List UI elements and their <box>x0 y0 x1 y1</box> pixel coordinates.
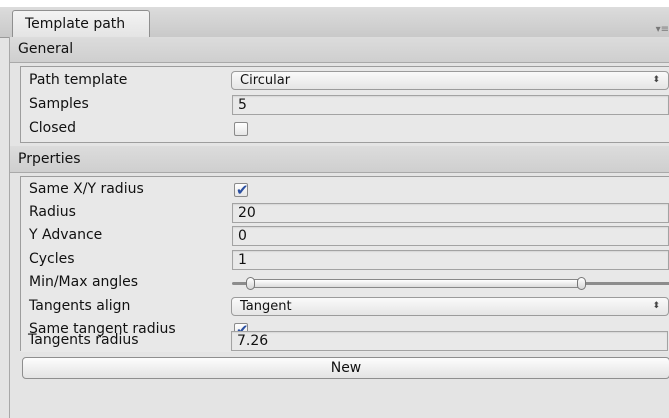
new-button-label: New <box>330 360 362 376</box>
tab-title: Template path <box>25 16 126 32</box>
row-path-template: Path template Circular ⬍ <box>21 69 669 93</box>
row-cycles: Cycles 1 <box>21 248 669 272</box>
section-general-header[interactable]: General <box>10 37 669 63</box>
tangents-align-label: Tangents align <box>29 298 131 314</box>
path-template-label: Path template <box>29 72 128 88</box>
tab-menu-icon[interactable]: ▾≡ <box>656 24 669 35</box>
cycles-label: Cycles <box>29 251 75 267</box>
slider-min-thumb[interactable] <box>246 277 255 290</box>
row-y-advance: Y Advance 0 <box>21 224 669 248</box>
samples-input[interactable]: 5 <box>232 95 669 115</box>
row-min-max-angles: Min/Max angles <box>21 271 669 295</box>
row-radius: Radius 20 <box>21 201 669 225</box>
section-properties-header[interactable]: Prperties <box>10 146 669 173</box>
new-button[interactable]: New <box>22 357 669 379</box>
group-general: Path template Circular ⬍ Samples 5 Close… <box>20 66 669 143</box>
tangents-align-value: Tangent <box>240 299 292 314</box>
path-template-value: Circular <box>240 73 291 88</box>
radius-input[interactable]: 20 <box>232 203 669 223</box>
row-tangents-radius: Tangents radius 7.26 <box>20 329 669 353</box>
y-advance-input[interactable]: 0 <box>232 226 669 246</box>
closed-label: Closed <box>29 120 77 136</box>
dropdown-arrows-icon: ⬍ <box>652 75 660 85</box>
section-general-title: General <box>18 41 74 57</box>
tangents-radius-input[interactable]: 7.26 <box>231 331 668 351</box>
slider-range[interactable] <box>250 279 585 288</box>
group-properties: Same X/Y radius ✔ Radius 20 Y Advance 0 … <box>20 176 669 352</box>
min-max-angles-label: Min/Max angles <box>29 274 139 290</box>
closed-checkbox[interactable] <box>234 122 248 136</box>
same-xy-radius-checkbox[interactable]: ✔ <box>234 181 249 199</box>
row-tangents-align: Tangents align Tangent ⬍ <box>21 295 669 319</box>
section-properties-title: Prperties <box>18 151 81 167</box>
radius-label: Radius <box>29 204 76 220</box>
check-icon: ✔ <box>236 181 249 199</box>
tab-template-path[interactable]: Template path <box>12 10 150 37</box>
path-template-dropdown[interactable]: Circular ⬍ <box>231 71 669 90</box>
cycles-input[interactable]: 1 <box>232 250 669 270</box>
dropdown-arrows-icon: ⬍ <box>652 301 660 311</box>
min-max-angles-slider[interactable] <box>232 271 669 295</box>
y-advance-label: Y Advance <box>29 227 103 243</box>
row-same-xy-radius: Same X/Y radius ✔ <box>21 178 669 202</box>
tangents-align-dropdown[interactable]: Tangent ⬍ <box>231 297 669 316</box>
row-closed: Closed <box>21 117 669 141</box>
tangents-radius-label: Tangents radius <box>28 332 139 348</box>
samples-label: Samples <box>29 96 89 112</box>
row-samples: Samples 5 <box>21 93 669 117</box>
inspector-window: General Path template Circular ⬍ Samples… <box>9 37 669 418</box>
slider-max-thumb[interactable] <box>577 277 586 290</box>
same-xy-radius-label: Same X/Y radius <box>29 181 144 197</box>
